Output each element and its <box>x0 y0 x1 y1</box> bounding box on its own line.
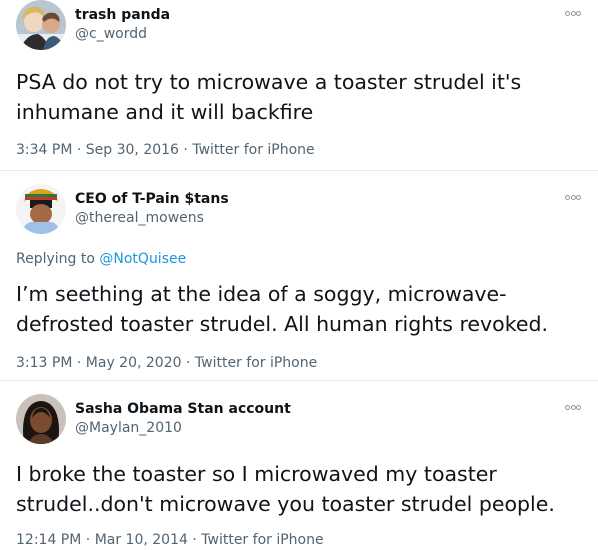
avatar[interactable] <box>16 0 66 50</box>
handle[interactable]: @c_wordd <box>75 26 147 42</box>
meta-separator: · <box>185 355 191 371</box>
display-name[interactable]: Sasha Obama Stan account <box>75 401 291 417</box>
tweet-time[interactable]: 3:13 PM <box>16 355 72 371</box>
tweet-card: CEO of T-Pain $tans @thereal_mowens Repl… <box>0 170 598 380</box>
tweet-card: Sasha Obama Stan account @Maylan_2010 I … <box>0 380 598 550</box>
tweet-source[interactable]: Twitter for iPhone <box>195 355 317 371</box>
handle[interactable]: @thereal_mowens <box>75 210 204 226</box>
more-dots-icon[interactable] <box>565 192 581 202</box>
more-dots-icon[interactable] <box>565 402 581 412</box>
tweet-text: PSA do not try to microwave a toaster st… <box>16 70 522 124</box>
display-name[interactable]: trash panda <box>75 7 170 23</box>
display-name[interactable]: CEO of T-Pain $tans <box>75 191 229 207</box>
meta-separator: · <box>76 142 82 158</box>
tweet-date[interactable]: May 20, 2020 <box>86 355 182 371</box>
tweet-source[interactable]: Twitter for iPhone <box>201 532 323 548</box>
tweet-time[interactable]: 3:34 PM <box>16 142 72 158</box>
tweet-date[interactable]: Sep 30, 2016 <box>86 142 179 158</box>
tweet-meta: 3:34 PM · Sep 30, 2016 · Twitter for iPh… <box>16 142 315 158</box>
replying-to: Replying to @NotQuisee <box>16 251 186 267</box>
tweet-text: I’m seething at the idea of a soggy, mic… <box>16 282 548 336</box>
replying-to-label: Replying to <box>16 251 95 267</box>
meta-separator: · <box>192 532 197 548</box>
meta-separator: · <box>76 355 82 371</box>
more-dots-icon[interactable] <box>565 8 581 18</box>
meta-separator: · <box>85 532 91 548</box>
tweet-source[interactable]: Twitter for iPhone <box>192 142 314 158</box>
tweet-time[interactable]: 12:14 PM <box>16 532 81 548</box>
tweet-meta: 12:14 PM · Mar 10, 2014 · Twitter for iP… <box>16 532 324 548</box>
tweet-date[interactable]: Mar 10, 2014 <box>95 532 188 548</box>
replying-to-link[interactable]: @NotQuisee <box>99 251 186 267</box>
avatar[interactable] <box>16 184 66 234</box>
meta-separator: · <box>183 142 188 158</box>
tweet-meta: 3:13 PM · May 20, 2020 · Twitter for iPh… <box>16 355 317 371</box>
tweet-text: I broke the toaster so I microwaved my t… <box>16 462 555 516</box>
tweet-card: trash panda @c_wordd PSA do not try to m… <box>0 0 598 170</box>
avatar[interactable] <box>16 394 66 444</box>
handle[interactable]: @Maylan_2010 <box>75 420 182 436</box>
